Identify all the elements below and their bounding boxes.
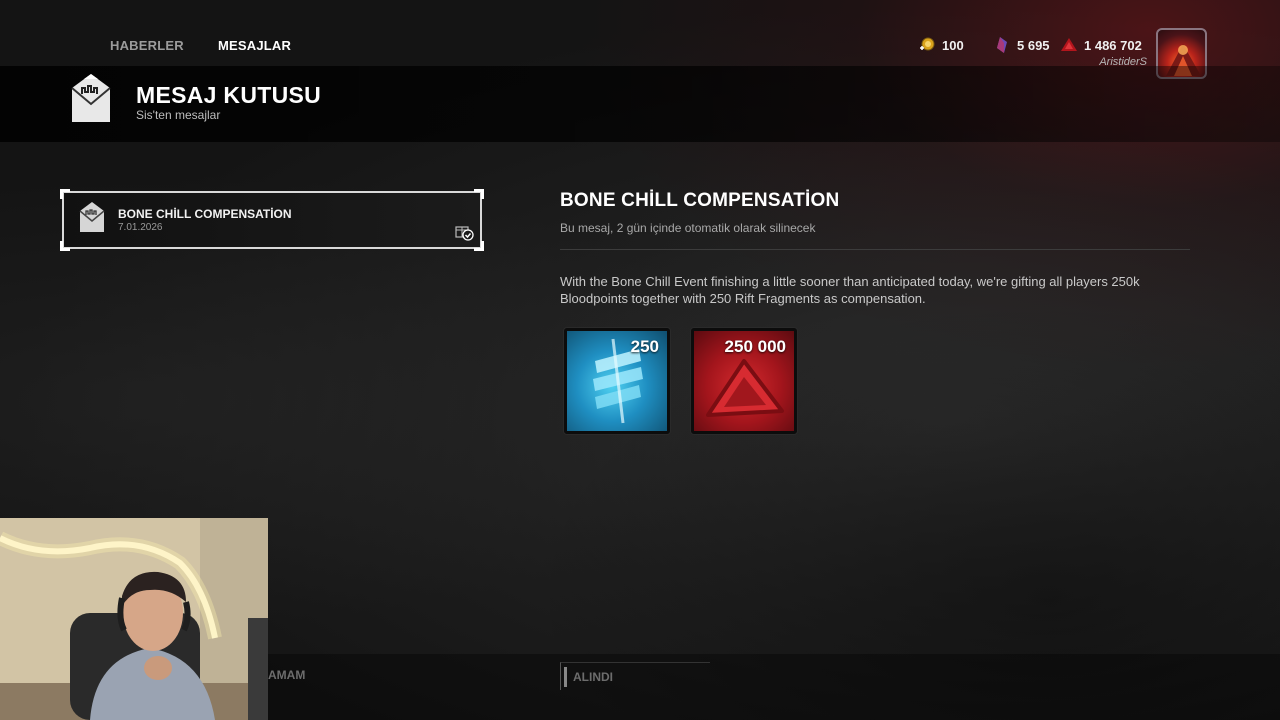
detail-divider xyxy=(560,249,1190,250)
bloodpoints-icon xyxy=(1061,38,1077,51)
page-title: MESAJ KUTUSU xyxy=(136,82,322,108)
ok-button[interactable]: AMAM xyxy=(268,668,305,682)
page-subtitle: Sis'ten mesajlar xyxy=(136,108,221,122)
tab-news[interactable]: HABERLER xyxy=(110,38,184,53)
webcam-scene xyxy=(0,518,268,720)
reward-amount: 250 xyxy=(630,337,659,356)
selection-corner xyxy=(60,189,70,199)
selection-corner xyxy=(60,241,70,251)
detail-body: With the Bone Chill Event finishing a li… xyxy=(560,274,1140,306)
selection-corner xyxy=(474,241,484,251)
message-list-item[interactable]: BONE CHİLL COMPENSATİON 7.01.2026 xyxy=(60,189,484,251)
tab-messages[interactable]: MESAJLAR xyxy=(218,38,291,53)
currency-bloodpoints: 1 486 702 xyxy=(1060,36,1142,54)
claimed-gift-icon xyxy=(455,226,474,241)
reward-bloodpoints[interactable]: 250 000 xyxy=(691,328,797,434)
inbox-icon xyxy=(71,74,111,122)
currency-iridescent-shards: 5 695 xyxy=(993,36,1050,54)
auric-cells-value: 100 xyxy=(942,37,964,53)
message-envelope-icon xyxy=(79,202,105,232)
detail-expiration-note: Bu mesaj, 2 gün içinde otomatik olarak s… xyxy=(560,221,816,235)
claimed-button[interactable]: ALINDI xyxy=(560,662,710,690)
auric-cells-icon xyxy=(920,37,935,51)
currency-auric-cells: 100 xyxy=(918,36,964,54)
detail-title: BONE CHİLL COMPENSATİON xyxy=(560,190,840,211)
cursor-marker xyxy=(564,667,567,687)
selection-corner xyxy=(474,189,484,199)
message-date: 7.01.2026 xyxy=(118,222,163,233)
reward-rift-fragments[interactable]: 250 xyxy=(564,328,670,434)
bloodpoints-value: 1 486 702 xyxy=(1084,37,1142,53)
reward-amount: 250 000 xyxy=(724,337,786,356)
iridescent-shards-icon xyxy=(997,37,1007,53)
claimed-label: ALINDI xyxy=(573,670,613,684)
top-navigation: HABERLER MESAJLAR 100 5 695 1 486 702 Ar… xyxy=(0,0,1280,79)
webcam-overlay xyxy=(0,518,268,720)
message-title: BONE CHİLL COMPENSATİON xyxy=(118,207,292,221)
iridescent-shards-value: 5 695 xyxy=(1017,37,1050,53)
